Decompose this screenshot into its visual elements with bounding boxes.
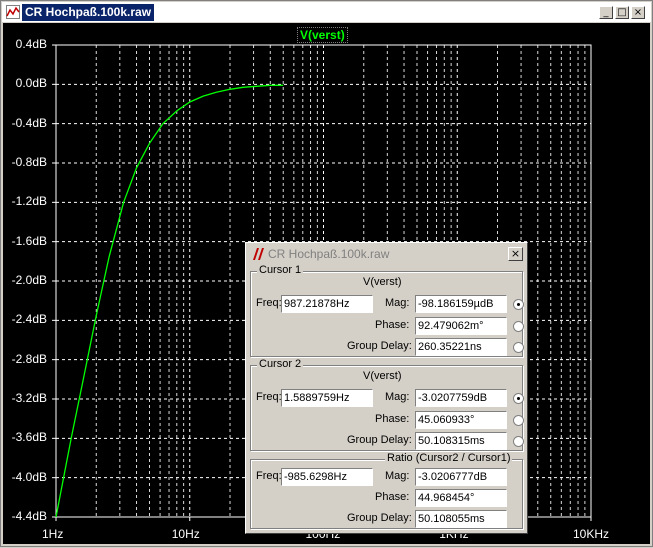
- x-tick-label: 10KHz: [573, 527, 610, 541]
- cursor1-mag-radio[interactable]: [513, 299, 524, 310]
- cursor1-freq-field[interactable]: 987.21878Hz: [281, 295, 373, 313]
- cursor1-group: Cursor 1 V(verst) Freq: 987.21878Hz Mag:…: [250, 264, 524, 357]
- y-tick-label: -3.2dB: [11, 391, 47, 405]
- cursor2-phase-radio[interactable]: [513, 415, 524, 426]
- cursor1-freq-label: Freq:: [256, 297, 282, 309]
- ratio-group-delay-field[interactable]: 50.108055ms: [415, 510, 507, 528]
- y-tick-label: -1.2dB: [11, 194, 47, 209]
- trace-label[interactable]: V(verst): [297, 27, 348, 43]
- dialog-titlebar[interactable]: CR Hochpaß.100k.raw ×: [248, 245, 525, 263]
- cursor1-mag-field[interactable]: -98.186159µdB: [415, 295, 507, 313]
- y-tick-label: 0.0dB: [15, 76, 47, 91]
- cursor1-mag-label: Mag:: [385, 297, 410, 309]
- y-tick-label: -2.0dB: [11, 273, 47, 287]
- cursor2-phase-field[interactable]: 45.060933°: [415, 411, 507, 429]
- waveform-window: CR Hochpaß.100k.raw _ □ × 0.4dB 0.0dB -0.4…: [0, 0, 653, 547]
- dialog-close-button[interactable]: ×: [508, 247, 523, 261]
- cursor2-mag-field[interactable]: -3.0207759dB: [415, 389, 507, 407]
- cursor1-phase-label: Phase:: [375, 319, 410, 331]
- cursor2-freq-label: Freq:: [256, 391, 282, 403]
- cursor2-gd-radio[interactable]: [513, 436, 524, 447]
- cursor2-trace: V(verst): [363, 370, 402, 382]
- ratio-mag-field[interactable]: -3.0206777dB: [415, 468, 507, 486]
- ratio-group: Ratio (Cursor2 / Cursor1) Freq: -985.629…: [250, 452, 523, 529]
- dialog-title: CR Hochpaß.100k.raw: [268, 247, 390, 261]
- y-tick-label: 0.4dB: [15, 37, 47, 51]
- ratio-phase-field[interactable]: 44.968454°: [415, 489, 507, 507]
- cursor2-freq-field[interactable]: 1.5889759Hz: [281, 389, 373, 407]
- cursor2-group-delay-field[interactable]: 50.108315ms: [415, 432, 507, 450]
- x-tick-label: 1Hz: [42, 527, 64, 541]
- cursor1-group-title: Cursor 1: [257, 264, 304, 276]
- cursor1-gd-radio[interactable]: [513, 342, 524, 353]
- ratio-freq-label: Freq:: [256, 470, 282, 482]
- cursor-dialog[interactable]: CR Hochpaß.100k.raw × Cursor 1 V(verst) …: [245, 242, 528, 534]
- y-tick-label: -1.6dB: [11, 233, 47, 248]
- cursor2-mag-label: Mag:: [385, 391, 410, 403]
- ratio-phase-label: Phase:: [375, 491, 410, 503]
- y-tick-label: -4.4dB: [11, 509, 47, 523]
- cursor2-group: Cursor 2 V(verst) Freq: 1.5889759Hz Mag:…: [250, 358, 524, 451]
- cursor1-gd-label: Group Delay:: [347, 340, 412, 352]
- ltspice-icon: [253, 248, 264, 260]
- y-tick-label: -0.8dB: [11, 155, 47, 169]
- cursor1-phase-radio[interactable]: [513, 321, 524, 332]
- y-tick-label: -2.8dB: [11, 351, 47, 366]
- cursor2-gd-label: Group Delay:: [347, 434, 412, 446]
- x-tick-label: 10Hz: [171, 527, 200, 541]
- y-tick-label: -4.0dB: [11, 469, 47, 484]
- ratio-mag-label: Mag:: [385, 470, 410, 482]
- y-tick-label: -2.4dB: [11, 312, 47, 327]
- cursor2-mag-radio[interactable]: [513, 393, 524, 404]
- ratio-freq-field[interactable]: -985.6298Hz: [281, 468, 373, 486]
- cursor2-group-title: Cursor 2: [257, 358, 304, 370]
- cursor1-phase-field[interactable]: 92.479062m°: [415, 317, 507, 335]
- ratio-group-title: Ratio (Cursor2 / Cursor1): [385, 452, 513, 464]
- cursor2-phase-label: Phase:: [375, 413, 410, 425]
- y-tick-label: -3.6dB: [11, 430, 47, 445]
- ratio-gd-label: Group Delay:: [347, 512, 412, 524]
- cursor1-trace: V(verst): [363, 276, 402, 288]
- y-tick-label: -0.4dB: [11, 115, 47, 130]
- cursor1-group-delay-field[interactable]: 260.35221ns: [415, 338, 507, 356]
